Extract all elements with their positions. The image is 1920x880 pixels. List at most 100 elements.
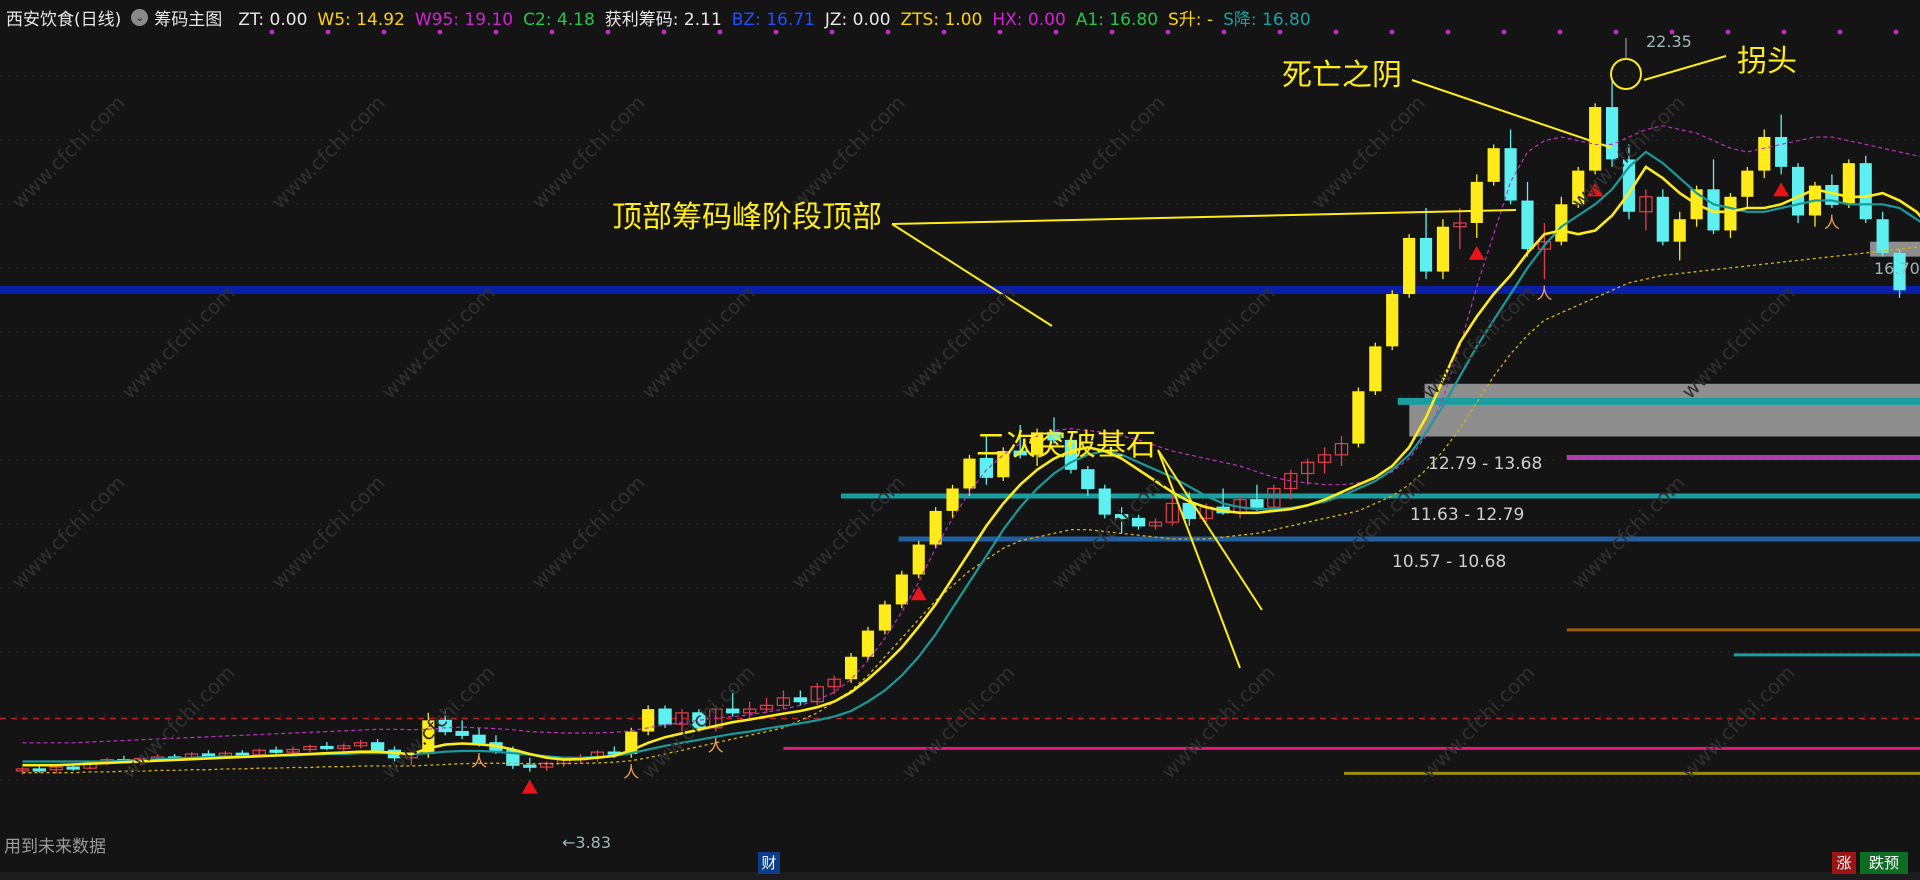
- annotation-turn-head: 拐头: [1737, 44, 1797, 79]
- indicator-values: ZT: 0.00 W5: 14.92 W95: 19.10 C2: 4.18 获利筹码:…: [232, 5, 1314, 30]
- down-badge[interactable]: 跌预: [1860, 852, 1908, 874]
- watermark-text: www.cfchi.com: [1307, 91, 1430, 214]
- watermark-text: www.cfchi.com: [1047, 91, 1170, 214]
- candle-body: [1589, 107, 1602, 171]
- watermark-text: www.cfchi.com: [267, 471, 390, 594]
- indicator-value: S升: -: [1168, 9, 1214, 30]
- buy-signal-triangle: [1468, 245, 1485, 260]
- watermark-text: www.cfchi.com: [787, 471, 910, 594]
- candle-body: [793, 697, 808, 703]
- candle-body: [1656, 196, 1669, 242]
- candle-body: [1369, 346, 1382, 392]
- candle-body: [370, 742, 385, 751]
- candle-body: [472, 734, 486, 744]
- chip-range-label-2: 11.63 - 12.79: [1410, 505, 1525, 525]
- candle-body: [32, 768, 47, 772]
- candle-body: [1876, 219, 1889, 253]
- watermark-text: www.cfchi.com: [637, 281, 760, 404]
- watermark-text: www.cfchi.com: [1417, 661, 1540, 784]
- buy-signal-triangle: [521, 779, 538, 794]
- candle-body: [1487, 148, 1500, 182]
- future-data-note: 用到未来数据: [4, 837, 106, 857]
- annotation-death-yin: 死亡之阴: [1282, 58, 1402, 93]
- candle-body: [1791, 166, 1805, 216]
- chip-range-label-1: 12.79 - 13.68: [1428, 454, 1543, 474]
- indicator-header: 西安饮食(日线) ⌄ 筹码主图 ZT: 0.00 W5: 14.92 W95: 19…: [0, 0, 1920, 34]
- watermark-text: www.cfchi.com: [377, 281, 500, 404]
- watermark-text: www.cfchi.com: [1157, 661, 1280, 784]
- indicator-value: A1: 16.80: [1075, 9, 1159, 30]
- candle-body: [946, 488, 959, 511]
- candle-body: [320, 745, 334, 750]
- candle-body: [1250, 499, 1264, 508]
- candle-body: [1386, 294, 1399, 347]
- annotation-second-break: 二次突破基石: [976, 428, 1156, 463]
- figure-marker-icon: 人: [471, 752, 487, 771]
- high-price-label: 22.35: [1646, 32, 1692, 51]
- candle-body: [895, 574, 908, 605]
- candle-body: [1081, 469, 1095, 490]
- indicator-value: HX: 0.00: [992, 9, 1066, 30]
- watermark-text: www.cfchi.com: [1307, 471, 1430, 594]
- watermark-text: www.cfchi.com: [7, 471, 130, 594]
- peak-highlight-circle: [1610, 58, 1642, 90]
- watermark-text: www.cfchi.com: [267, 91, 390, 214]
- candle-body: [1758, 136, 1771, 171]
- buy-signal-triangle: [1773, 182, 1790, 197]
- candle-body: [912, 544, 925, 575]
- watermark-text: www.cfchi.com: [117, 281, 240, 404]
- candle-body: [66, 766, 80, 770]
- candle-body: [861, 630, 875, 657]
- up-badge[interactable]: 涨: [1832, 852, 1856, 874]
- candle-body: [1419, 237, 1433, 272]
- candle-body: [1470, 181, 1483, 223]
- annotation-pointer-line: [1411, 79, 1613, 149]
- indicator-title[interactable]: 筹码主图: [154, 5, 222, 30]
- candle-body: [1724, 196, 1737, 231]
- indicator-value: S降: 16.80: [1223, 9, 1311, 30]
- candle-body: [1436, 226, 1450, 272]
- candlestick-chart[interactable]: 人人人人人www.cfchi.com www.cfchi.com www.cfchi…: [0, 0, 1920, 880]
- watermark-text: www.cfchi.com: [527, 471, 650, 594]
- indicator-value: W5: 14.92: [317, 9, 405, 30]
- low-price-label: ←3.83: [562, 833, 612, 852]
- low-price-value: 3.83: [575, 833, 612, 852]
- watermark-text: www.cfchi.com: [897, 661, 1020, 784]
- watermark-text: www.cfchi.com: [7, 91, 130, 214]
- annotation-pointer-line: [891, 209, 1517, 225]
- watermark-text: www.cfchi.com: [1677, 661, 1800, 784]
- candle-body: [269, 749, 283, 753]
- indicator-value: ZT: 0.00: [238, 9, 308, 30]
- candle-body: [1673, 219, 1686, 242]
- candle-body: [455, 730, 469, 736]
- candle-body: [1775, 136, 1788, 167]
- candle-body: [1842, 163, 1855, 205]
- indicator-value: W95: 19.10: [414, 9, 514, 30]
- candle-body: [658, 708, 672, 725]
- candle-body: [1098, 488, 1111, 515]
- watermark-text: www.cfchi.com: [1157, 281, 1280, 404]
- candle-body: [523, 764, 537, 768]
- indicator-value: ZTS: 1.00: [900, 9, 983, 30]
- indicator-value: BZ: 16.71: [731, 9, 815, 30]
- chip-zone: [1409, 403, 1920, 437]
- settings-gear-icon[interactable]: ⌄: [131, 8, 149, 26]
- candle-body: [1859, 163, 1872, 220]
- chip-range-label-3: 10.57 - 10.68: [1392, 552, 1507, 572]
- candle-body: [1403, 237, 1416, 295]
- watermark-text: www.cfchi.com: [1567, 471, 1690, 594]
- annotation-top-chips: 顶部筹码峰阶段顶部: [612, 200, 882, 235]
- candle-body: [1352, 391, 1365, 444]
- last-price-label: 16.70: [1874, 259, 1920, 278]
- indicator-value: 获利筹码: 2.11: [604, 9, 722, 30]
- indicator-value: C2: 4.18: [523, 9, 595, 30]
- candle-body: [844, 656, 858, 680]
- candle-body: [878, 604, 891, 631]
- candle-body: [201, 753, 216, 757]
- candle-body: [235, 752, 249, 756]
- finance-badge[interactable]: 财: [758, 852, 780, 874]
- watermark-text: www.cfchi.com: [117, 661, 240, 784]
- candle-body: [1741, 170, 1754, 197]
- indicator-value: JZ: 0.00: [824, 9, 891, 30]
- stock-title[interactable]: 西安饮食(日线): [6, 5, 121, 30]
